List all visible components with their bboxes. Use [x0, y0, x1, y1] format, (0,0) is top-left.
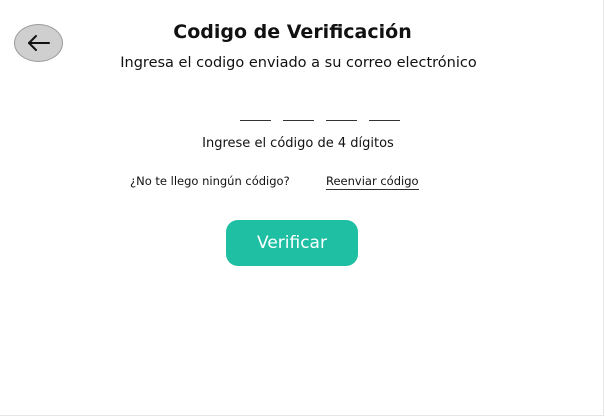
code-digit-3[interactable]: [326, 104, 357, 121]
page-subtitle: Ingresa el codigo enviado a su correo el…: [120, 55, 477, 71]
code-digit-1[interactable]: [240, 104, 271, 121]
resend-code-link[interactable]: Reenviar código: [326, 173, 419, 190]
code-hint: Ingrese el código de 4 dígitos: [202, 136, 394, 151]
code-digit-2[interactable]: [283, 104, 314, 121]
no-code-question: ¿No te llego ningún código?: [130, 174, 290, 188]
code-input-group: [240, 104, 400, 122]
page-title: Codigo de Verificación: [173, 21, 412, 43]
verify-button[interactable]: Verificar: [226, 220, 358, 266]
code-digit-4[interactable]: [369, 104, 400, 121]
